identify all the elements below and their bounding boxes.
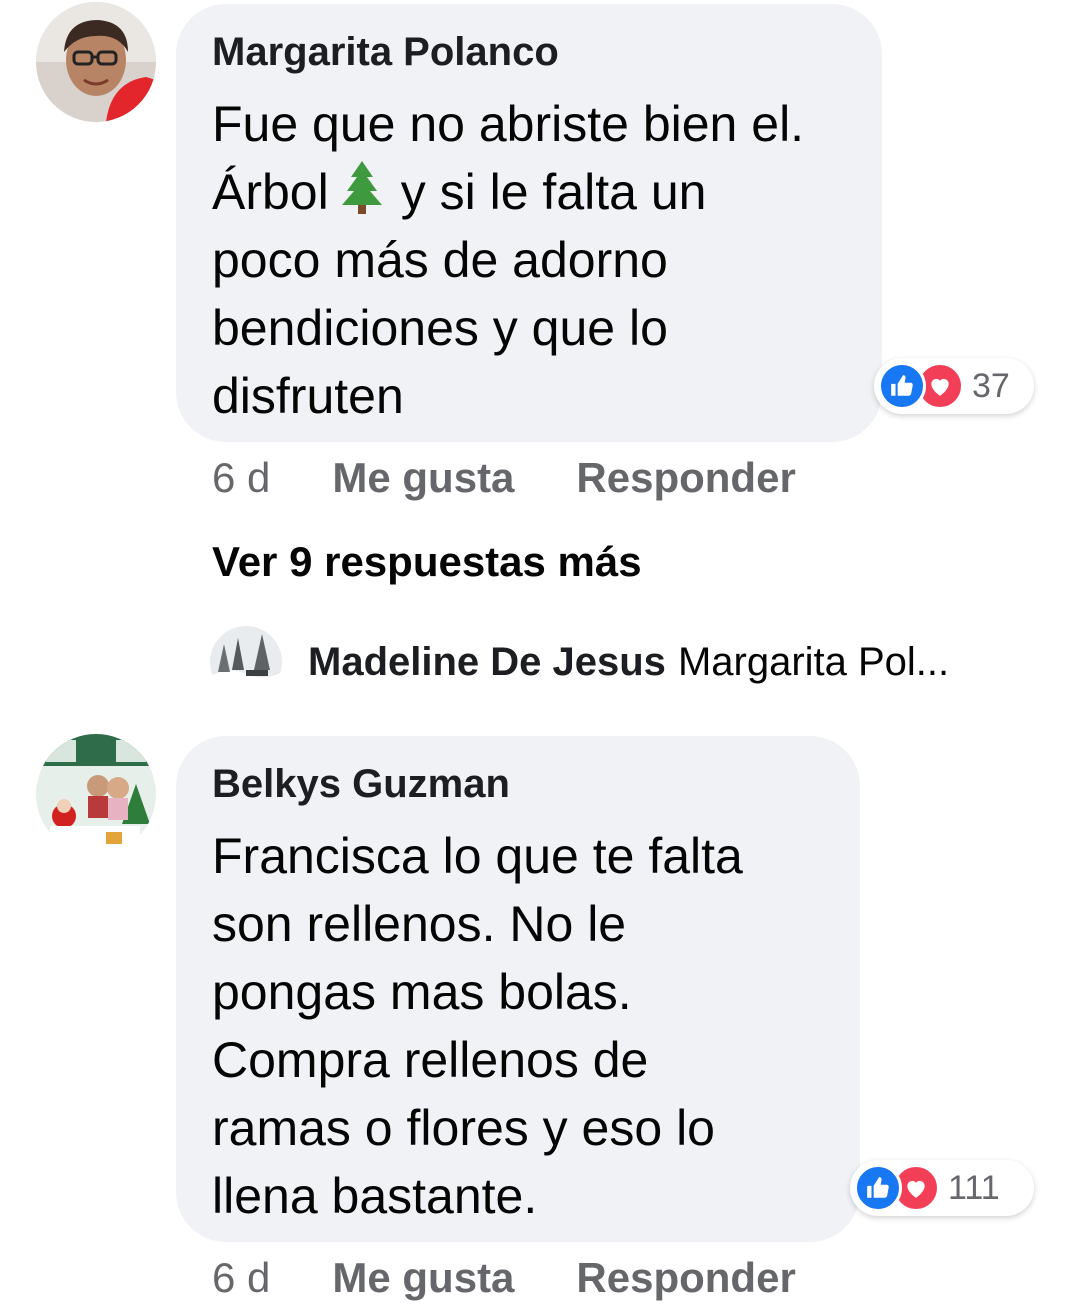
profile-photo <box>36 2 156 122</box>
reply-preview[interactable]: Madeline De Jesus Margarita Pol... <box>210 626 949 698</box>
comment-timestamp[interactable]: 6 d <box>212 1254 270 1302</box>
like-reaction-icon <box>878 362 926 410</box>
reaction-count: 37 <box>972 366 1010 405</box>
like-button[interactable]: Me gusta <box>332 1254 514 1302</box>
reply-snippet: Margarita Pol... <box>677 639 950 684</box>
christmas-tree-icon <box>339 159 385 215</box>
avatar-belkys[interactable] <box>36 734 156 854</box>
reaction-summary[interactable]: 37 <box>874 358 1034 414</box>
reply-author[interactable]: Madeline De Jesus <box>308 640 666 685</box>
avatar-margarita[interactable] <box>36 2 156 122</box>
like-reaction-icon <box>854 1164 902 1212</box>
comment-text: Fue que no abriste bien el. Árbol y si le… <box>212 96 805 424</box>
view-more-replies-link[interactable]: Ver 9 respuestas más <box>212 538 642 586</box>
profile-photo <box>210 626 282 698</box>
comment-bubble[interactable]: Belkys Guzman Francisca lo que te falta … <box>176 736 860 1242</box>
comment-actions: 6 d Me gusta Responder <box>212 1254 796 1302</box>
reaction-summary[interactable]: 111 <box>850 1160 1034 1216</box>
like-button[interactable]: Me gusta <box>332 454 514 502</box>
reply-button[interactable]: Responder <box>576 454 795 502</box>
comment-text: Francisca lo que te falta son rellenos. … <box>212 828 743 1224</box>
profile-photo <box>36 734 156 854</box>
comment-bubble[interactable]: Margarita Polanco Fue que no abriste bie… <box>176 4 882 442</box>
comment-author[interactable]: Belkys Guzman <box>212 760 824 808</box>
avatar-madeline[interactable] <box>210 626 282 698</box>
comment-author[interactable]: Margarita Polanco <box>212 28 846 76</box>
reply-button[interactable]: Responder <box>576 1254 795 1302</box>
comment-timestamp[interactable]: 6 d <box>212 454 270 502</box>
comment-actions: 6 d Me gusta Responder <box>212 454 796 502</box>
reaction-count: 111 <box>948 1168 1000 1207</box>
